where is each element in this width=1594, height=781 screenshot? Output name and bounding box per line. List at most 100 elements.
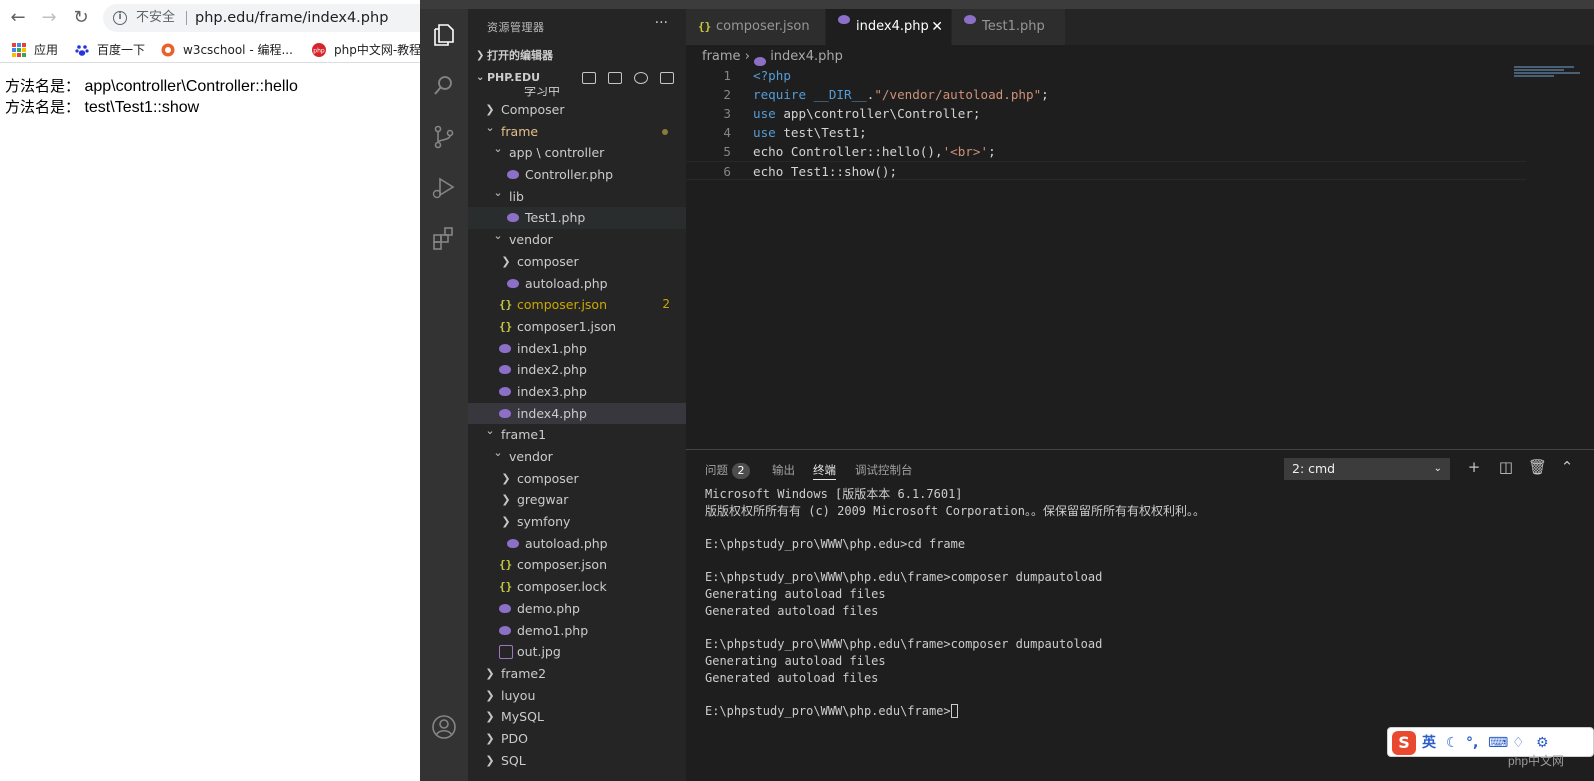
ime-language-toggle[interactable]: 英 [1422,733,1436,753]
editor-tab[interactable]: index4.php ✕ [826,9,952,45]
tree-item-label: luyou [501,687,536,703]
code-line[interactable]: 3 use app\controller\Controller; [686,104,1526,123]
tree-folder[interactable]: ⌄ app \ controller [468,142,686,164]
tree-file[interactable]: demo1.php [468,620,686,642]
editor-tabs: {} composer.json index4.php ✕ Test1.php [686,9,1594,45]
new-terminal-icon[interactable]: + [1465,458,1483,476]
tree-folder[interactable]: ❯ symfony [468,511,686,533]
code-line[interactable]: 5 echo Controller::hello(),'<br>'; [686,142,1526,161]
php-file-icon [499,343,511,353]
tree-file[interactable]: {} composer.lock [468,576,686,598]
code-editor[interactable]: 1 <?php 2 require __DIR__."/vendor/autoload… [686,66,1526,180]
terminal-select[interactable]: 2: cmd ⌄ [1284,458,1450,480]
tree-item-label: out.jpg [517,644,561,660]
tree-folder[interactable]: ❯ composer [468,468,686,490]
vscode-window: 资源管理器 ··· ❯ 打开的编辑器 ⌄ PHP.EDU 学习中 ❯ Compos… [420,0,1594,781]
tree-folder[interactable]: ❯ MySQL [468,706,686,728]
extensions-icon[interactable] [430,225,458,253]
split-terminal-icon[interactable]: ◫ [1497,458,1515,476]
maximize-panel-icon[interactable]: ⌃ [1558,458,1576,476]
minimap[interactable] [1514,66,1584,86]
tree-file[interactable]: {} composer1.json [468,316,686,338]
account-icon[interactable] [430,713,458,741]
tools-wrench-icon[interactable]: ⚙ [1536,733,1549,753]
tab-terminal[interactable]: 终端 [813,460,836,480]
tree-file[interactable]: index4.php [468,402,686,425]
php-file-icon [499,625,511,635]
tree-folder[interactable]: ❯ gregwar [468,489,686,511]
search-icon[interactable] [430,72,458,100]
forward-arrow-icon[interactable]: → [37,6,61,30]
tab-output[interactable]: 输出 [772,460,795,480]
partial-tree-item[interactable]: 学习中 [524,87,560,97]
explorer-files-icon[interactable] [430,21,458,49]
tree-item-label: autoload.php [525,535,608,551]
code-line[interactable]: 1 <?php [686,66,1526,85]
workspace-section[interactable]: ⌄ PHP.EDU [468,67,686,89]
source-control-icon[interactable] [430,123,458,151]
tree-folder[interactable]: ⌄ lib [468,186,686,208]
php-file-icon [507,278,519,288]
run-debug-icon[interactable] [430,174,458,202]
tree-folder[interactable]: ❯ composer [468,251,686,273]
tree-folder[interactable]: ❯ PDO [468,728,686,750]
terminal-prompt-line[interactable]: E:\phpstudy_pro\WWW\php.edu\frame> [705,703,1205,720]
punctuation-icon[interactable]: °, [1466,733,1478,753]
address-bar[interactable]: i 不安全 php.edu/frame/index4.php [103,4,420,32]
tree-folder[interactable]: ⌄ vendor [468,229,686,251]
output-line: 方法名是： test\Test1::show [5,97,298,118]
tree-item-label: PDO [501,730,529,746]
terminal-output[interactable]: Microsoft Windows [版版本本 6.1.7601] 版版权权所所有… [705,486,1205,720]
tree-file[interactable]: autoload.php [468,533,686,555]
keyboard-icon[interactable]: ⌨ [1488,733,1508,753]
trash-icon[interactable]: 🗑 [1528,458,1547,476]
output-value: app\controller\Controller::hello [80,78,298,95]
tree-file[interactable]: {} composer.json [468,554,686,576]
breadcrumb-file[interactable]: index4.php [770,49,843,64]
code-line[interactable]: 6 echo Test1::show(); [686,161,1526,180]
info-icon[interactable]: i [113,11,127,25]
back-arrow-icon[interactable]: ← [6,6,30,30]
new-folder-icon[interactable] [608,72,622,84]
editor-tab[interactable]: {} composer.json [686,9,826,45]
code-line[interactable]: 4 use test\Test1; [686,123,1526,142]
chevron-down-icon: ⌄ [493,229,503,243]
chevron-right-icon: ❯ [485,666,495,680]
tree-folder[interactable]: ❯ luyou [468,685,686,707]
new-file-icon[interactable] [582,72,596,84]
tree-file[interactable]: index3.php [468,381,686,403]
tree-folder[interactable]: ❯ Composer [468,99,686,121]
tree-folder[interactable]: ❯ SQL [468,750,686,772]
tab-problems[interactable]: 问题 2 [705,460,750,480]
sogou-logo-icon[interactable]: S [1392,731,1416,755]
editor-tab[interactable]: Test1.php [952,9,1066,45]
tree-file[interactable]: index1.php [468,338,686,360]
tab-debug-console[interactable]: 调试控制台 [855,460,913,480]
tree-item-label: symfony [517,514,571,530]
tree-file[interactable]: out.jpg [468,641,686,663]
json-file-icon: {} [499,319,513,333]
breadcrumb-folder[interactable]: frame [702,49,741,64]
tree-file[interactable]: {} composer.json 2 [468,294,686,316]
php-file-icon [507,213,519,223]
tree-folder[interactable]: ⌄ vendor [468,446,686,468]
url-text[interactable]: php.edu/frame/index4.php [195,4,388,32]
open-editors-section[interactable]: ❯ 打开的编辑器 [468,45,686,67]
panel-tab-label: 输出 [772,463,795,477]
tree-file[interactable]: autoload.php [468,273,686,295]
reload-icon[interactable]: ↻ [69,6,93,30]
php-file-icon [499,408,511,418]
close-icon[interactable]: ✕ [931,9,943,45]
more-actions-icon[interactable]: ··· [655,15,668,31]
collapse-all-icon[interactable] [660,72,674,84]
skin-shirt-icon[interactable]: ♢ [1512,733,1525,753]
tree-folder[interactable]: ❯ frame2 [468,663,686,685]
chevron-right-icon: ❯ [485,753,495,767]
tree-file[interactable]: demo.php [468,598,686,620]
refresh-icon[interactable] [634,72,648,84]
tree-file[interactable]: index2.php [468,359,686,381]
code-line[interactable]: 2 require __DIR__."/vendor/autoload.php"; [686,85,1526,104]
half-width-moon-icon[interactable]: ☾ [1446,733,1459,753]
